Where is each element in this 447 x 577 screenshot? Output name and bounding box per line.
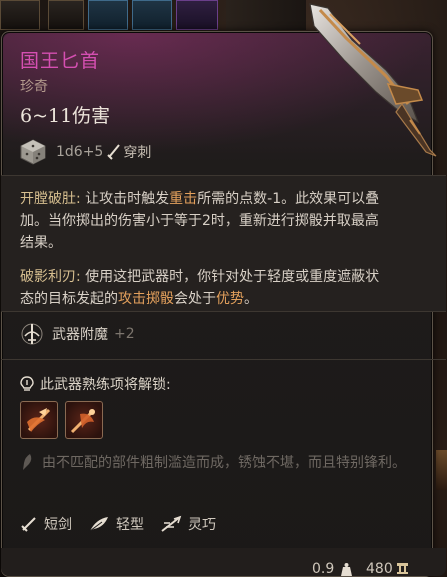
weight-icon [341,563,352,576]
item-rarity: 珍奇 [20,79,48,95]
gold-icon [397,563,408,574]
enchantment-label: 武器附魔 [52,327,108,343]
item-price: 480 [366,561,393,577]
feather-icon [89,517,108,532]
property-finesse[interactable]: 灵巧 [160,514,216,534]
property-short-sword[interactable]: 短剑 [20,514,72,534]
keyword-attack-roll[interactable]: 攻击掷骰 [118,291,174,307]
hotbar-slot[interactable] [132,0,172,30]
damage-range: 6~11伤害 [20,105,111,127]
weapon-enchantment: 武器附魔 +2 [20,322,135,346]
passive-disembowel: 开膛破肚: 让攻击时触发重击所需的点数-1。此效果可以叠加。当你掷出的伤害小于等… [20,188,388,254]
passive-name: 开膛破肚: [20,191,81,207]
item-name: 国王匕首 [20,50,101,72]
finesse-icon [161,515,182,532]
item-lore: 由不匹配的部件粗制滥造而成，锈蚀不堪，而且特别锋利。 [42,455,406,471]
property-label: 短剑 [44,517,72,533]
damage-type: 穿刺 [123,145,152,161]
hotbar-slot[interactable] [48,0,84,30]
proficiency-text: 此武器熟练项将解锁: [40,377,171,393]
enchantment-icon [21,323,43,345]
piercing-icon [107,144,121,160]
divider [1,311,446,312]
passive-text: 会处于 [174,291,216,307]
dice-icon [20,139,46,165]
action-slash-icon[interactable] [20,401,58,439]
damage-dice: 1d6+5 [56,144,104,160]
damage-dice-row: 1d6+5 穿刺 [20,138,151,166]
property-label: 轻型 [116,517,144,533]
weapon-properties: 短剑 轻型 灵巧 [20,512,232,536]
background-decoration [436,450,447,490]
enchantment-value: +2 [114,326,135,342]
dagger-artwork [309,3,437,157]
hotbar-slot[interactable] [0,0,40,30]
divider [1,359,446,360]
lore-feather-icon [23,454,32,470]
passive-text: 。 [244,291,258,307]
lightbulb-icon [20,376,34,391]
hotbar-slot[interactable] [88,0,128,30]
proficiency-header: 此武器熟练项将解锁: [20,374,171,394]
item-weight: 0.9 [312,561,335,577]
passive-shadow-blade: 破影利刃: 使用这把武器时，你针对处于轻度或重度遮蔽状态的目标发起的攻击掷骰会处… [20,266,388,310]
keyword-critical-hit[interactable]: 重击 [169,191,197,207]
keyword-advantage[interactable]: 优势 [216,291,244,307]
hotbar-slot[interactable] [176,0,218,30]
passive-name: 破影利刃: [20,269,81,285]
short-sword-icon [21,517,36,532]
property-light[interactable]: 轻型 [88,514,144,534]
action-piercing-strike-icon[interactable] [65,401,103,439]
property-label: 灵巧 [188,517,216,533]
passive-text: 让攻击时触发 [80,191,170,207]
